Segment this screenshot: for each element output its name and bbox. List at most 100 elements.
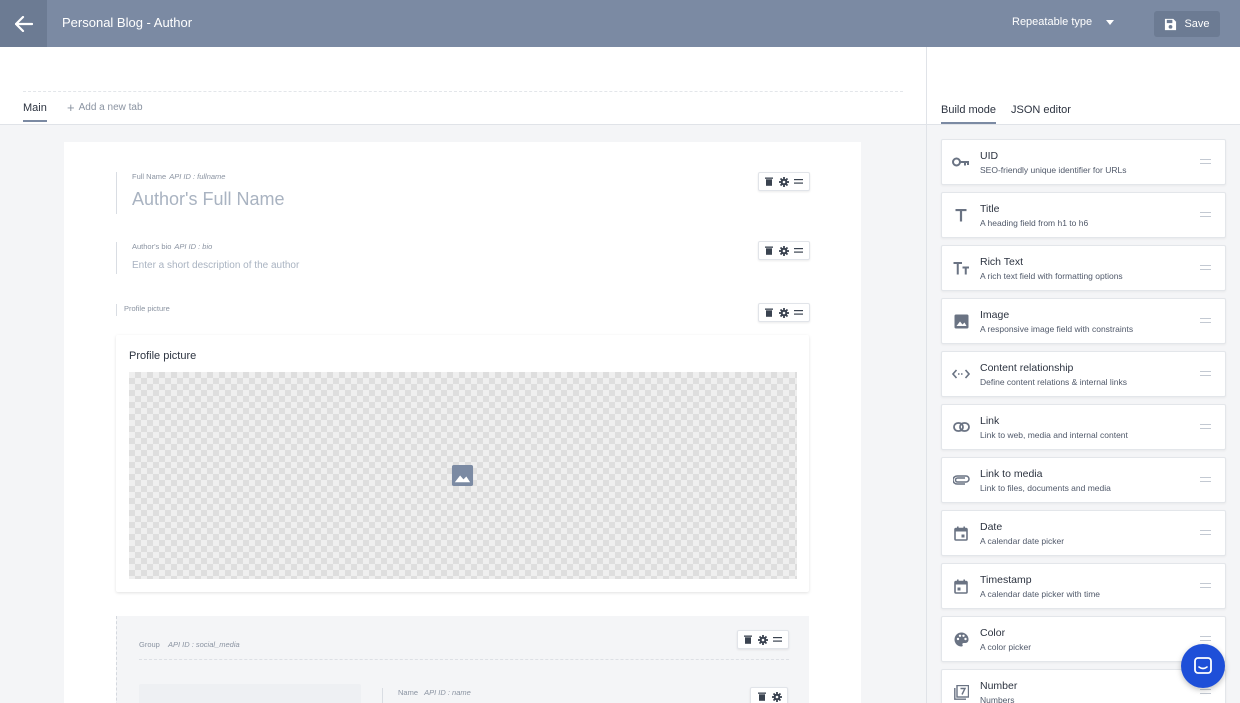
type-dropdown[interactable]: Repeatable type [1012, 16, 1115, 28]
calendar-icon [952, 524, 970, 542]
widget-description: SEO-friendly unique identifier for URLs [980, 165, 1127, 175]
drag-handle-icon[interactable] [1200, 265, 1211, 273]
widget-link[interactable]: Link Link to web, media and internal con… [941, 404, 1226, 450]
relationship-icon [952, 365, 970, 383]
gear-icon[interactable] [778, 307, 790, 319]
gear-icon[interactable] [778, 176, 790, 188]
widget-name: Date [980, 521, 1003, 533]
gear-icon[interactable] [757, 634, 769, 646]
widget-rich-text[interactable]: Rich Text A rich text field with formatt… [941, 245, 1226, 291]
field-label: Profile picture [124, 304, 170, 313]
rich-text-icon [952, 259, 970, 277]
field-actions [758, 172, 810, 191]
arrow-left-icon [14, 15, 33, 32]
field-actions [737, 630, 789, 649]
builder-canvas: Full Name API ID : fullname Author's Full… [64, 142, 861, 703]
widget-description: Link to web, media and internal content [980, 430, 1128, 440]
field-profile-picture[interactable]: Profile picture [116, 304, 170, 316]
drag-handle-icon[interactable] [1200, 371, 1211, 379]
add-tab-label: Add a new tab [78, 102, 143, 113]
chat-icon [1194, 657, 1212, 674]
image-icon [952, 312, 970, 330]
field-label: Group [139, 640, 160, 649]
drag-handle-icon[interactable] [1200, 689, 1211, 697]
trash-icon[interactable] [763, 176, 775, 188]
widget-description: Numbers [980, 695, 1015, 703]
group-field[interactable]: Group API ID : social_media Name API ID … [116, 616, 809, 703]
field-placeholder: Author's Full Name [132, 189, 285, 209]
widget-description: A color picker [980, 642, 1032, 652]
image-card-title: Profile picture [129, 350, 197, 362]
drag-handle-icon[interactable] [1200, 583, 1211, 591]
widget-name: UID [980, 150, 999, 162]
widget-title[interactable]: Title A heading field from h1 to h6 [941, 192, 1226, 238]
tab-json-editor[interactable]: JSON editor [1011, 104, 1071, 116]
tab-main[interactable]: Main [23, 102, 47, 122]
trash-icon[interactable] [756, 691, 768, 703]
image-dropzone[interactable] [129, 372, 797, 579]
drag-handle-icon[interactable] [1200, 530, 1211, 538]
key-icon [952, 153, 970, 171]
drag-handle-icon[interactable] [793, 176, 805, 188]
field-placeholder: Enter a short description of the author [132, 260, 300, 271]
widget-name: Image [980, 309, 1010, 321]
widget-link-to-media[interactable]: Link to media Link to files, documents a… [941, 457, 1226, 503]
widget-description: A calendar date picker with time [980, 589, 1101, 599]
chat-launcher-button[interactable] [1181, 644, 1225, 688]
image-placeholder-icon [451, 464, 474, 487]
field-bio[interactable]: Author's bio API ID : bio Enter a short d… [116, 242, 299, 274]
divider [139, 659, 789, 660]
tab-build-mode[interactable]: Build mode [941, 104, 997, 124]
widget-timestamp[interactable]: Timestamp A calendar date picker with ti… [941, 563, 1226, 609]
field-fullname[interactable]: Full Name API ID : fullname Author's Full… [116, 172, 285, 214]
widget-name: Rich Text [980, 256, 1023, 268]
save-button[interactable]: Save [1154, 11, 1220, 37]
widget-description: A responsive image field with constraint… [980, 324, 1134, 334]
chevron-down-icon [1106, 19, 1115, 25]
document-title: Personal Blog - Author [62, 15, 193, 30]
widget-name: Timestamp [980, 574, 1032, 586]
plus-icon: + [67, 99, 75, 115]
widget-name: Content relationship [980, 362, 1074, 374]
trash-icon[interactable] [742, 634, 754, 646]
drag-handle-icon[interactable] [1200, 159, 1211, 167]
gear-icon[interactable] [778, 245, 790, 257]
top-bar: Personal Blog - Author Repeatable type S… [0, 0, 1240, 47]
field-label: Name [398, 688, 419, 697]
trash-icon[interactable] [763, 245, 775, 257]
type-dropdown-label: Repeatable type [1012, 16, 1093, 28]
floppy-disk-icon [1165, 18, 1177, 30]
image-field-card: Profile picture [116, 335, 809, 592]
api-id: API ID : name [424, 688, 471, 697]
field-label: Full Name [132, 172, 167, 181]
divider [23, 91, 903, 92]
field-name[interactable]: Name API ID : name [382, 688, 471, 703]
widget-date[interactable]: Date A calendar date picker [941, 510, 1226, 556]
trash-icon[interactable] [763, 307, 775, 319]
back-button[interactable] [0, 0, 47, 47]
widget-uid[interactable]: UID SEO-friendly unique identifier for U… [941, 139, 1226, 185]
drag-handle-icon[interactable] [1200, 212, 1211, 220]
widget-description: A heading field from h1 to h6 [980, 218, 1089, 228]
drag-handle-icon[interactable] [793, 307, 805, 319]
palette-icon [952, 630, 970, 648]
drag-handle-icon[interactable] [1200, 424, 1211, 432]
widget-content-relationship[interactable]: Content relationship Define content rela… [941, 351, 1226, 397]
api-id: API ID : fullname [169, 172, 226, 181]
field-actions [758, 241, 810, 260]
drag-handle-icon[interactable] [1200, 636, 1211, 644]
widget-description: Define content relations & internal link… [980, 377, 1127, 387]
group-item-placeholder [139, 684, 361, 703]
add-tab-button[interactable]: + Add a new tab [67, 99, 143, 115]
calendar-time-icon [952, 577, 970, 595]
drag-handle-icon[interactable] [1200, 477, 1211, 485]
gear-icon[interactable] [771, 691, 783, 703]
widget-name: Link [980, 415, 1000, 427]
widget-name: Title [980, 203, 1000, 215]
widget-image[interactable]: Image A responsive image field with cons… [941, 298, 1226, 344]
drag-handle-icon[interactable] [793, 245, 805, 257]
drag-handle-icon[interactable] [772, 634, 784, 646]
drag-handle-icon[interactable] [1200, 318, 1211, 326]
editor-tab-bar: Main + Add a new tab [0, 47, 926, 125]
number-icon [952, 683, 970, 701]
